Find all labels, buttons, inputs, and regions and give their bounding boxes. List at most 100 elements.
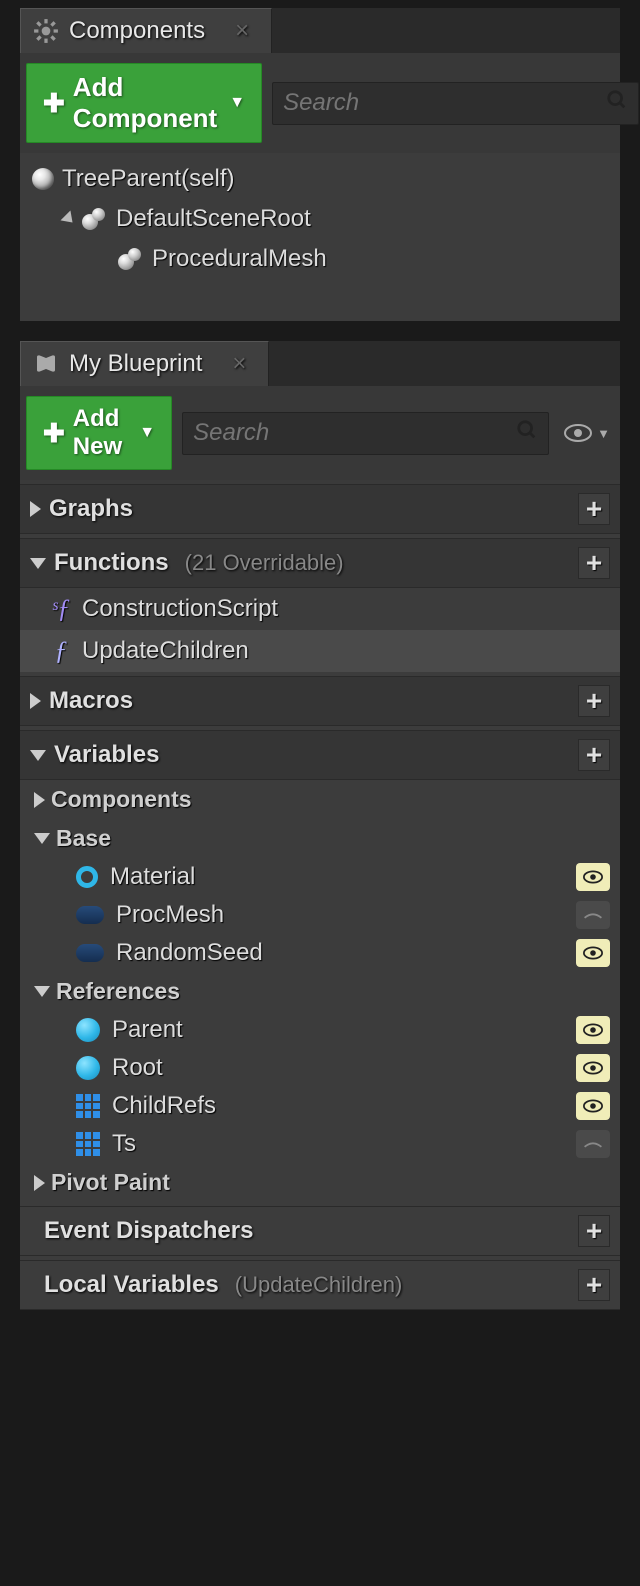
vargroup-pivot-paint-label: Pivot Paint — [51, 1169, 170, 1196]
components-search[interactable] — [272, 82, 639, 125]
variable-name: Root — [112, 1054, 163, 1082]
actor-icon — [32, 168, 54, 190]
caret-down-icon: ▼ — [229, 94, 245, 112]
section-event-dispatchers[interactable]: Event Dispatchers + — [20, 1206, 620, 1256]
variable-name: Ts — [112, 1130, 136, 1158]
variable-ts[interactable]: Ts — [20, 1125, 620, 1163]
vargroup-components[interactable]: Components — [20, 780, 620, 819]
plus-icon: ✚ — [43, 88, 65, 119]
chevron-right-icon — [30, 693, 41, 709]
visibility-toggle[interactable] — [576, 1130, 610, 1158]
components-tree: TreeParent(self) DefaultSceneRoot Proced… — [20, 153, 620, 321]
function-icon: ˢƒ — [50, 594, 72, 624]
variable-type-icon — [76, 1056, 100, 1080]
expand-icon[interactable] — [61, 211, 78, 228]
visibility-toggle[interactable] — [576, 1016, 610, 1044]
variable-name: ProcMesh — [116, 901, 224, 929]
add-new-label: Add New — [73, 405, 127, 461]
variable-type-icon — [76, 1132, 100, 1156]
close-icon[interactable]: × — [235, 17, 249, 45]
function-name: ConstructionScript — [82, 595, 278, 623]
component-procedural-mesh[interactable]: ProceduralMesh — [24, 239, 616, 279]
visibility-toggle[interactable] — [576, 1054, 610, 1082]
section-variables-label: Variables — [54, 741, 159, 769]
section-local-variables-meta: (UpdateChildren) — [235, 1272, 403, 1298]
add-macro-button[interactable]: + — [578, 685, 610, 717]
book-icon — [33, 351, 59, 377]
function-construction-script[interactable]: ˢƒ ConstructionScript — [20, 588, 620, 630]
add-graph-button[interactable]: + — [578, 493, 610, 525]
search-icon — [516, 419, 538, 448]
vargroup-base[interactable]: Base — [20, 819, 620, 858]
blueprint-search-input[interactable] — [193, 419, 508, 447]
add-event-dispatcher-button[interactable]: + — [578, 1215, 610, 1247]
plus-icon: ✚ — [43, 418, 65, 449]
function-update-children[interactable]: ƒ UpdateChildren — [20, 630, 620, 672]
chevron-right-icon — [34, 1175, 45, 1191]
section-graphs[interactable]: Graphs + — [20, 484, 620, 534]
section-event-dispatchers-label: Event Dispatchers — [44, 1217, 253, 1245]
chevron-right-icon — [30, 501, 41, 517]
blueprint-tab[interactable]: My Blueprint × — [20, 341, 269, 386]
scene-component-icon — [118, 248, 144, 270]
variable-name: ChildRefs — [112, 1092, 216, 1120]
component-scene-root[interactable]: DefaultSceneRoot — [24, 199, 616, 239]
caret-down-icon: ▼ — [139, 424, 155, 442]
section-functions-label: Functions — [54, 549, 169, 577]
section-local-variables-label: Local Variables — [44, 1271, 219, 1299]
chevron-down-icon — [34, 986, 50, 997]
variable-randomseed[interactable]: RandomSeed — [20, 934, 620, 972]
chevron-down-icon — [30, 750, 46, 761]
vargroup-references-label: References — [56, 978, 180, 1005]
view-options-button[interactable]: ▼ — [559, 419, 614, 447]
section-variables[interactable]: Variables + — [20, 730, 620, 780]
vargroup-components-label: Components — [51, 786, 192, 813]
variable-type-icon — [76, 1094, 100, 1118]
add-variable-button[interactable]: + — [578, 739, 610, 771]
caret-down-icon: ▼ — [597, 426, 610, 441]
section-local-variables[interactable]: Local Variables (UpdateChildren) + — [20, 1260, 620, 1310]
variable-name: Material — [110, 863, 195, 891]
visibility-toggle[interactable] — [576, 901, 610, 929]
add-local-variable-button[interactable]: + — [578, 1269, 610, 1301]
add-new-button[interactable]: ✚ Add New ▼ — [26, 396, 172, 470]
scene-component-icon — [82, 208, 108, 230]
blueprint-tab-bar: My Blueprint × — [20, 341, 620, 386]
variable-name: RandomSeed — [116, 939, 263, 967]
components-tab[interactable]: Components × — [20, 8, 272, 53]
add-component-button[interactable]: ✚ Add Component ▼ — [26, 63, 262, 143]
component-self[interactable]: TreeParent(self) — [24, 159, 616, 199]
variable-material[interactable]: Material — [20, 858, 620, 896]
variable-type-icon — [76, 866, 98, 888]
variable-type-icon — [76, 1018, 100, 1042]
visibility-toggle[interactable] — [576, 1092, 610, 1120]
blueprint-content: Graphs + Functions (21 Overridable) + ˢƒ… — [20, 484, 620, 1310]
component-self-label: TreeParent(self) — [62, 165, 235, 193]
section-macros[interactable]: Macros + — [20, 676, 620, 726]
close-icon[interactable]: × — [232, 350, 246, 378]
section-functions[interactable]: Functions (21 Overridable) + — [20, 538, 620, 588]
function-name: UpdateChildren — [82, 637, 249, 665]
components-panel: Components × ✚ Add Component ▼ TreeParen… — [20, 8, 620, 321]
chevron-down-icon — [34, 833, 50, 844]
blueprint-toolbar: ✚ Add New ▼ ▼ — [20, 386, 620, 480]
visibility-toggle[interactable] — [576, 863, 610, 891]
components-search-input[interactable] — [283, 89, 598, 117]
blueprint-search[interactable] — [182, 412, 549, 455]
gear-icon — [33, 18, 59, 44]
visibility-toggle[interactable] — [576, 939, 610, 967]
search-icon — [606, 89, 628, 118]
blueprint-tab-label: My Blueprint — [69, 350, 202, 378]
variable-name: Parent — [112, 1016, 183, 1044]
vargroup-references[interactable]: References — [20, 972, 620, 1011]
variable-childrefs[interactable]: ChildRefs — [20, 1087, 620, 1125]
add-function-button[interactable]: + — [578, 547, 610, 579]
variable-procmesh[interactable]: ProcMesh — [20, 896, 620, 934]
variable-root[interactable]: Root — [20, 1049, 620, 1087]
add-component-label: Add Component — [73, 72, 217, 134]
component-scene-root-label: DefaultSceneRoot — [116, 205, 311, 233]
vargroup-pivot-paint[interactable]: Pivot Paint — [20, 1163, 620, 1202]
variable-type-icon — [76, 906, 104, 924]
variable-parent[interactable]: Parent — [20, 1011, 620, 1049]
section-macros-label: Macros — [49, 687, 133, 715]
